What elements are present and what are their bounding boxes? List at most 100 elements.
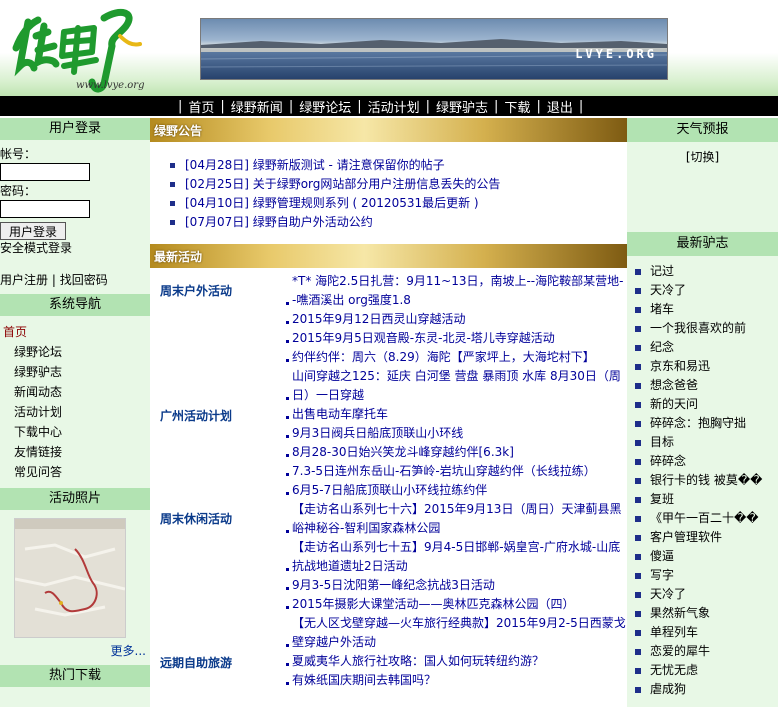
activity-link[interactable]: 【无人区戈壁穿越—火车旅行经典款】2015年9月2-5日西蒙戈壁穿越户外活动 (286, 614, 626, 652)
post-item[interactable]: 无忧无虑 (635, 661, 778, 680)
announcement-item[interactable]: [07月07日] 绿野自助户外活动公约 (170, 213, 627, 232)
nav-home[interactable]: 首页 (188, 97, 214, 116)
post-item[interactable]: 纪念 (635, 338, 778, 357)
activity-photo-map[interactable] (14, 518, 126, 638)
weather-title: 天气预报 (627, 118, 778, 142)
post-item[interactable]: 果然新气象 (635, 604, 778, 623)
login-form: 帐号： 密码： 用户登录 安全模式登录 用户注册 | 找回密码 (0, 140, 150, 288)
nav-news[interactable]: 绿野新闻 (231, 97, 283, 116)
banner-text: LVYE.ORG (575, 47, 657, 61)
activity-link[interactable]: *T* 海陀2.5日扎营：9月11~13日，南坡上--海陀鞍部某营地--噍酒溪出… (286, 272, 626, 310)
latest-activities-title: 最新活动 (154, 250, 203, 264)
latest-posts-title: 最新驴志 (627, 232, 778, 256)
activity-group: 广州活动计划 出售电动车摩托车 9月3日阀兵日船底顶联山小环线 8月28-30日… (150, 405, 627, 500)
activity-link[interactable]: 【走访名山系列七十六】2015年9月13日（周日）天津蓟县黑峪神秘谷-智利国家森… (286, 500, 626, 538)
post-item[interactable]: 碎碎念 (635, 452, 778, 471)
photos-title: 活动照片 (0, 488, 150, 510)
sysnav-download[interactable]: 下载中心 (0, 422, 150, 442)
register-link[interactable]: 用户注册 (0, 273, 48, 287)
post-item[interactable]: 天冷了 (635, 585, 778, 604)
post-item[interactable]: 堵车 (635, 300, 778, 319)
left-sidebar: 用户登录 帐号： 密码： 用户登录 安全模式登录 用户注册 | 找回密码 系统导… (0, 118, 150, 707)
activity-link[interactable]: 有姝纸国庆期间去韩国吗？ (286, 671, 626, 690)
password-label: 密码： (0, 184, 37, 198)
latest-activities: 周末户外活动 *T* 海陀2.5日扎营：9月11~13日，南坡上--海陀鞍部某营… (150, 268, 627, 690)
activity-link[interactable]: 7.3-5日连州东岳山-石笋岭-岩坑山穿越约伴（长线拉练） (286, 462, 626, 481)
find-password-link[interactable]: 找回密码 (60, 273, 108, 287)
post-item[interactable]: 新的天问 (635, 395, 778, 414)
sysnav-forum[interactable]: 绿野论坛 (0, 342, 150, 362)
safe-mode-login-link[interactable]: 安全模式登录 (0, 240, 150, 256)
post-item[interactable]: 《甲午一百二十�� (635, 509, 778, 528)
main-content: 绿野公告 [04月28日] 绿野新版测试 - 请注意保留你的帖子 [02月25日… (150, 118, 627, 707)
activity-link[interactable]: 夏威夷华人旅行社攻略：国人如何玩转纽约游？ (286, 652, 626, 671)
post-item[interactable]: 目标 (635, 433, 778, 452)
group-name[interactable]: 周末休闲活动 (150, 500, 286, 527)
activity-link[interactable]: 9月3日阀兵日船底顶联山小环线 (286, 424, 626, 443)
announcement-header: 绿野公告 (150, 118, 627, 142)
post-item[interactable]: 傻逼 (635, 547, 778, 566)
sysnav-news[interactable]: 新闻动态 (0, 382, 150, 402)
password-input[interactable] (0, 200, 90, 218)
post-item[interactable]: 写字 (635, 566, 778, 585)
group-name[interactable]: 周末户外活动 (150, 272, 286, 299)
activity-link[interactable]: 2015年摄影大课堂活动——奥林匹克森林公园（四） (286, 595, 626, 614)
sysnav-faq[interactable]: 常见问答 (0, 462, 150, 482)
account-label: 帐号： (0, 147, 37, 161)
activity-link[interactable]: 2015年9月5日观音殿-东灵-北灵-塔儿寺穿越活动 (286, 329, 626, 348)
activity-link[interactable]: 【走访名山系列七十五】9月4-5日邯郸-娲皇宫-广府水城-山底抗战地道遗址2日活… (286, 538, 626, 576)
account-input[interactable] (0, 163, 90, 181)
post-item[interactable]: 碎碎念：抱胸守拙 (635, 414, 778, 433)
latest-posts-list: 记过 天冷了 堵车 一个我很喜欢的前 纪念 京东和易迅 想念爸爸 新的天问 碎碎… (627, 256, 778, 699)
site-logo[interactable]: www.lvye.org (8, 2, 148, 94)
announcement-item[interactable]: [02月25日] 关于绿野org网站部分用户注册信息丢失的公告 (170, 175, 627, 194)
system-nav-list: 首页 绿野论坛 绿野驴志 新闻动态 活动计划 下载中心 友情链接 常见问答 (0, 316, 150, 488)
post-item[interactable]: 虐成狗 (635, 680, 778, 699)
group-name[interactable]: 远期自助旅游 (150, 652, 286, 671)
logo-url-text: www.lvye.org (76, 80, 145, 91)
nav-forum[interactable]: 绿野论坛 (299, 97, 351, 116)
post-item[interactable]: 京东和易迅 (635, 357, 778, 376)
sysnav-home[interactable]: 首页 (0, 322, 150, 342)
post-item[interactable]: 恋爱的犀牛 (635, 642, 778, 661)
photos-more-link[interactable]: 更多... (0, 642, 150, 659)
post-item[interactable]: 单程列车 (635, 623, 778, 642)
activity-link[interactable]: 6月5-7日船底顶联山小环线拉练约伴 (286, 481, 626, 500)
activity-link[interactable]: 8月28-30日始兴笑龙斗峰穿越约伴[6.3k] (286, 443, 626, 462)
weather-box: [切换] (627, 142, 778, 232)
activity-link[interactable]: 2015年9月12日西灵山穿越活动 (286, 310, 626, 329)
system-nav-title: 系统导航 (0, 294, 150, 316)
post-item[interactable]: 银行卡的钱 被莫�� (635, 471, 778, 490)
nav-download[interactable]: 下载 (504, 97, 530, 116)
post-item[interactable]: 复班 (635, 490, 778, 509)
nav-logout[interactable]: 退出 (547, 97, 573, 116)
activity-link[interactable]: 山间穿越之125：延庆 白河堡 营盘 暴雨顶 水库 8月30日（周日）一日穿越 (286, 367, 626, 405)
announcement-item[interactable]: [04月28日] 绿野新版测试 - 请注意保留你的帖子 (170, 156, 627, 175)
login-title: 用户登录 (0, 118, 150, 140)
weather-switch-link[interactable]: [切换] (686, 150, 719, 164)
post-item[interactable]: 记过 (635, 262, 778, 281)
sysnav-blogs[interactable]: 绿野驴志 (0, 362, 150, 382)
activity-link[interactable]: 出售电动车摩托车 (286, 405, 626, 424)
post-item[interactable]: 想念爸爸 (635, 376, 778, 395)
post-item[interactable]: 天冷了 (635, 281, 778, 300)
activity-link[interactable]: 约伴约伴：周六（8.29）海陀【严家坪上，大海坨村下】 (286, 348, 626, 367)
nav-activity-plan[interactable]: 活动计划 (368, 97, 420, 116)
site-header: www.lvye.org LVYE.ORG (0, 0, 778, 96)
login-button[interactable]: 用户登录 (0, 222, 66, 240)
post-item[interactable]: 一个我很喜欢的前 (635, 319, 778, 338)
latest-activities-header: 最新活动 (150, 244, 627, 268)
main-nav: | 首页 | 绿野新闻 | 绿野论坛 | 活动计划 | 绿野驴志 | 下载 | … (178, 97, 584, 116)
post-item[interactable]: 客户管理软件 (635, 528, 778, 547)
activity-link[interactable]: 9月3-5日沈阳第一峰纪念抗战3日活动 (286, 576, 626, 595)
announcement-list: [04月28日] 绿野新版测试 - 请注意保留你的帖子 [02月25日] 关于绿… (150, 142, 627, 244)
announcement-item[interactable]: [04月10日] 绿野管理规则系列 ( 20120531最后更新 ) (170, 194, 627, 213)
sysnav-activity[interactable]: 活动计划 (0, 402, 150, 422)
nav-blogs[interactable]: 绿野驴志 (436, 97, 488, 116)
group-name[interactable]: 广州活动计划 (150, 405, 286, 424)
sysnav-links[interactable]: 友情链接 (0, 442, 150, 462)
main-nav-bar: | 首页 | 绿野新闻 | 绿野论坛 | 活动计划 | 绿野驴志 | 下载 | … (0, 96, 778, 116)
link-separator: | (51, 273, 56, 287)
activity-group: 周末户外活动 *T* 海陀2.5日扎营：9月11~13日，南坡上--海陀鞍部某营… (150, 272, 627, 405)
announcement-title: 绿野公告 (154, 124, 203, 138)
